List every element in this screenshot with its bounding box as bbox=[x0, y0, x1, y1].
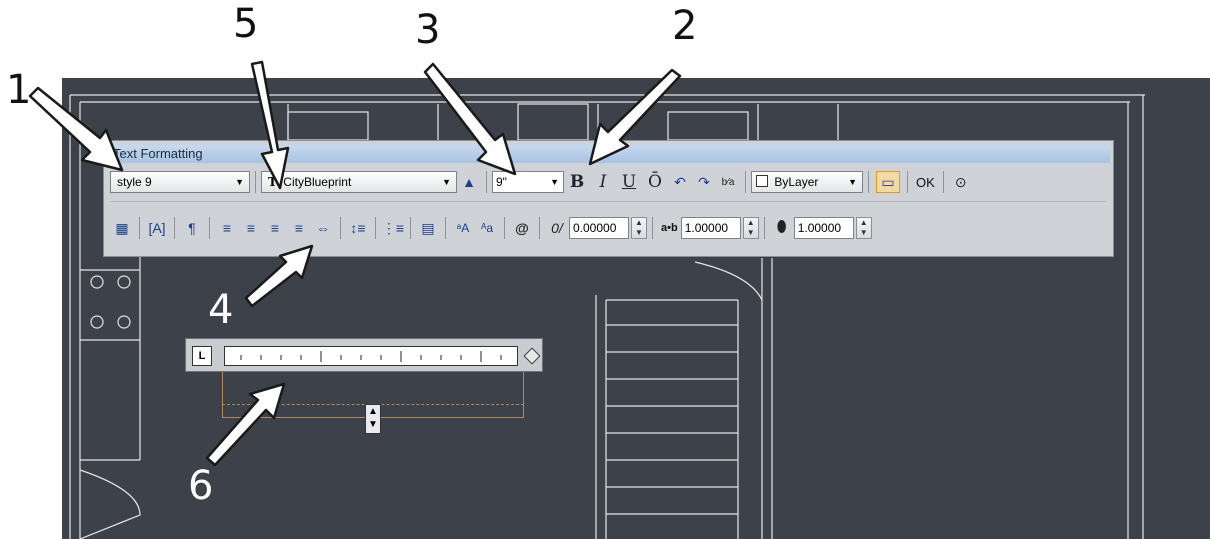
callout-arrows bbox=[28, 60, 682, 467]
arrow-5 bbox=[250, 60, 290, 190]
callout-5: 5 bbox=[233, 1, 259, 47]
arrow-6 bbox=[205, 382, 286, 467]
arrow-1 bbox=[28, 86, 124, 172]
arrow-3 bbox=[423, 62, 517, 176]
callout-2: 2 bbox=[672, 3, 698, 49]
callout-6: 6 bbox=[188, 463, 214, 509]
arrow-2 bbox=[588, 68, 682, 166]
callout-4: 4 bbox=[208, 287, 234, 333]
arrow-4 bbox=[244, 244, 314, 308]
callout-1: 1 bbox=[6, 67, 32, 113]
screenshot: Text Formatting style 9 ▼ T CityBlueprin… bbox=[0, 0, 1210, 539]
callout-3: 3 bbox=[415, 7, 441, 53]
